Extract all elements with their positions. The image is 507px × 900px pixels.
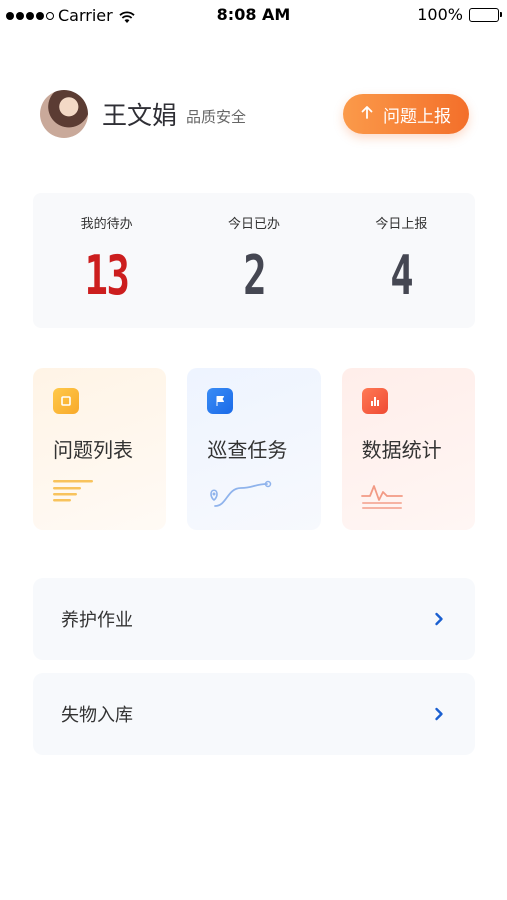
user-role: 品质安全 [186, 107, 247, 126]
route-path-icon [210, 480, 272, 507]
list-item-lost-found[interactable]: 失物入库 [33, 673, 475, 755]
user-name: 王文娟 [102, 101, 178, 130]
list-item-label: 养护作业 [61, 610, 133, 631]
module-title: 问题列表 [53, 438, 133, 462]
stat-value: 2 [243, 244, 266, 307]
list-item-maintenance[interactable]: 养护作业 [33, 578, 475, 660]
stat-label: 今日上报 [375, 217, 428, 232]
module-grid: 问题列表 巡查任务 数据统计 [33, 368, 475, 530]
chevron-right-icon [431, 611, 447, 627]
stat-label: 我的待办 [80, 217, 133, 232]
stat-my-todo[interactable]: 我的待办 13 [33, 193, 180, 328]
arrow-up-icon [361, 105, 373, 123]
stat-value: 13 [84, 244, 130, 307]
chevron-right-icon [431, 706, 447, 722]
stat-label: 今日已办 [227, 217, 280, 232]
list-lines-icon [53, 480, 93, 502]
document-icon [53, 388, 79, 414]
battery-icon [469, 7, 502, 22]
stat-done-today[interactable]: 今日已办 2 [180, 193, 327, 328]
stats-card: 我的待办 13 今日已办 2 今日上报 4 [33, 193, 475, 328]
report-issue-button[interactable]: 问题上报 [343, 94, 469, 134]
user-header: 王文娟 品质安全 问题上报 [40, 88, 469, 140]
battery-percent: 100% [417, 5, 463, 24]
status-bar: Carrier 8:08 AM 100% [0, 0, 507, 30]
module-data-stats[interactable]: 数据统计 [341, 368, 475, 530]
flag-icon [207, 388, 234, 414]
module-title: 巡查任务 [207, 438, 288, 462]
stat-value: 4 [390, 244, 413, 307]
status-right: 100% [417, 5, 502, 24]
module-issue-list[interactable]: 问题列表 [33, 368, 167, 530]
line-chart-icon [360, 485, 403, 509]
list-item-label: 失物入库 [61, 705, 133, 726]
module-title: 数据统计 [361, 438, 442, 462]
report-issue-label: 问题上报 [383, 106, 451, 127]
stat-reported-today[interactable]: 今日上报 4 [328, 193, 475, 328]
bar-chart-icon [361, 388, 388, 414]
avatar[interactable] [40, 90, 88, 138]
module-patrol-task[interactable]: 巡查任务 [187, 368, 321, 530]
